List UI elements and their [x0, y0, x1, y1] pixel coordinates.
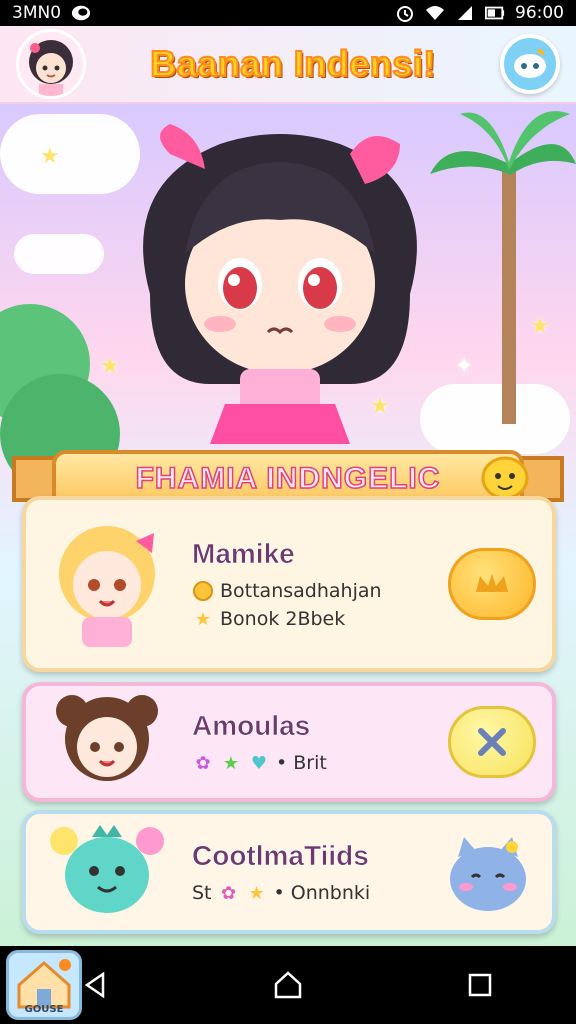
carrier-label: 3MN0	[12, 3, 62, 23]
character-name: Mamike	[192, 538, 295, 570]
star-icon: ✦	[455, 354, 474, 379]
detail-text: • Brit	[276, 752, 327, 774]
card-detail: St ✿ ★ • Onnbnki	[192, 882, 440, 904]
card-detail: ✿ ★ ♥ • Brit	[192, 752, 448, 774]
detail-text: Bonok 2Bbek	[220, 608, 346, 630]
back-icon	[84, 971, 105, 999]
character-card[interactable]: Amoulas ✿ ★ ♥ • Brit	[22, 682, 556, 802]
character-portrait	[56, 695, 158, 781]
crown-icon	[476, 574, 508, 592]
clock: 96:00	[515, 3, 564, 23]
status-bar: 3MN0 96:00	[0, 0, 576, 26]
app-header: Baanan Indensi!	[0, 26, 576, 104]
detail-prefix: St	[192, 882, 212, 904]
character-card[interactable]: Mamike Bottansadhahjan ★ Bonok 2Bbek	[22, 496, 556, 672]
card-info: Amoulas ✿ ★ ♥ • Brit	[172, 710, 448, 774]
character-name: CootlmaTiids	[192, 840, 369, 872]
card-info: CootlmaTiids St ✿ ★ • Onnbnki	[172, 840, 440, 904]
alarm-icon	[395, 4, 415, 22]
home-app-shortcut[interactable]: GOUSE	[6, 950, 82, 1020]
wifi-icon	[425, 4, 445, 22]
character-portrait	[59, 526, 155, 647]
gem-icon: ✿	[195, 752, 211, 774]
character-card[interactable]: CootlmaTiids St ✿ ★ • Onnbnki	[22, 810, 556, 934]
system-nav-bar	[0, 946, 576, 1024]
detail-text: Bottansadhahjan	[220, 580, 382, 602]
home-button[interactable]	[258, 955, 318, 1015]
recents-icon	[468, 973, 492, 997]
card-detail: Bottansadhahjan	[192, 580, 448, 602]
game-title: Baanan Indensi!	[149, 42, 436, 85]
cloud-decoration	[14, 234, 104, 274]
star-icon: ★	[248, 882, 265, 904]
app-label: GOUSE	[24, 1004, 64, 1015]
home-icon	[274, 971, 302, 999]
star-icon: ★	[194, 608, 212, 630]
signal-icon	[455, 4, 475, 22]
pet-monster[interactable]	[440, 827, 536, 917]
star-icon: ★	[40, 144, 60, 169]
character-name: Amoulas	[192, 710, 311, 742]
star-icon: ★	[222, 752, 240, 774]
notification-icon	[71, 4, 91, 22]
select-button[interactable]	[448, 548, 536, 620]
battery-icon	[485, 4, 505, 22]
star-icon: ★	[370, 394, 390, 419]
card-detail: ★ Bonok 2Bbek	[192, 608, 448, 630]
menu-button[interactable]	[500, 34, 560, 94]
game-scene: ★ ★ ★ ★ ✦ FHAMIA INDNGELIC Mamike Bottan…	[0, 104, 576, 946]
banner-title: FHAMIA INDNGELIC	[135, 461, 441, 496]
close-icon	[478, 728, 506, 756]
close-button[interactable]	[448, 706, 536, 778]
card-info: Mamike Bottansadhahjan ★ Bonok 2Bbek	[172, 538, 448, 630]
star-icon: ★	[100, 354, 120, 379]
recents-button[interactable]	[450, 955, 510, 1015]
detail-suffix: • Onnbnki	[273, 882, 371, 904]
flower-icon: ✿	[220, 882, 237, 904]
coin-icon	[192, 580, 214, 602]
monster-portrait	[50, 825, 164, 913]
heart-icon: ♥	[250, 752, 268, 774]
star-icon: ★	[530, 314, 550, 339]
main-character[interactable]	[110, 124, 450, 454]
cloud-icon	[514, 48, 546, 78]
player-avatar[interactable]	[16, 29, 86, 99]
